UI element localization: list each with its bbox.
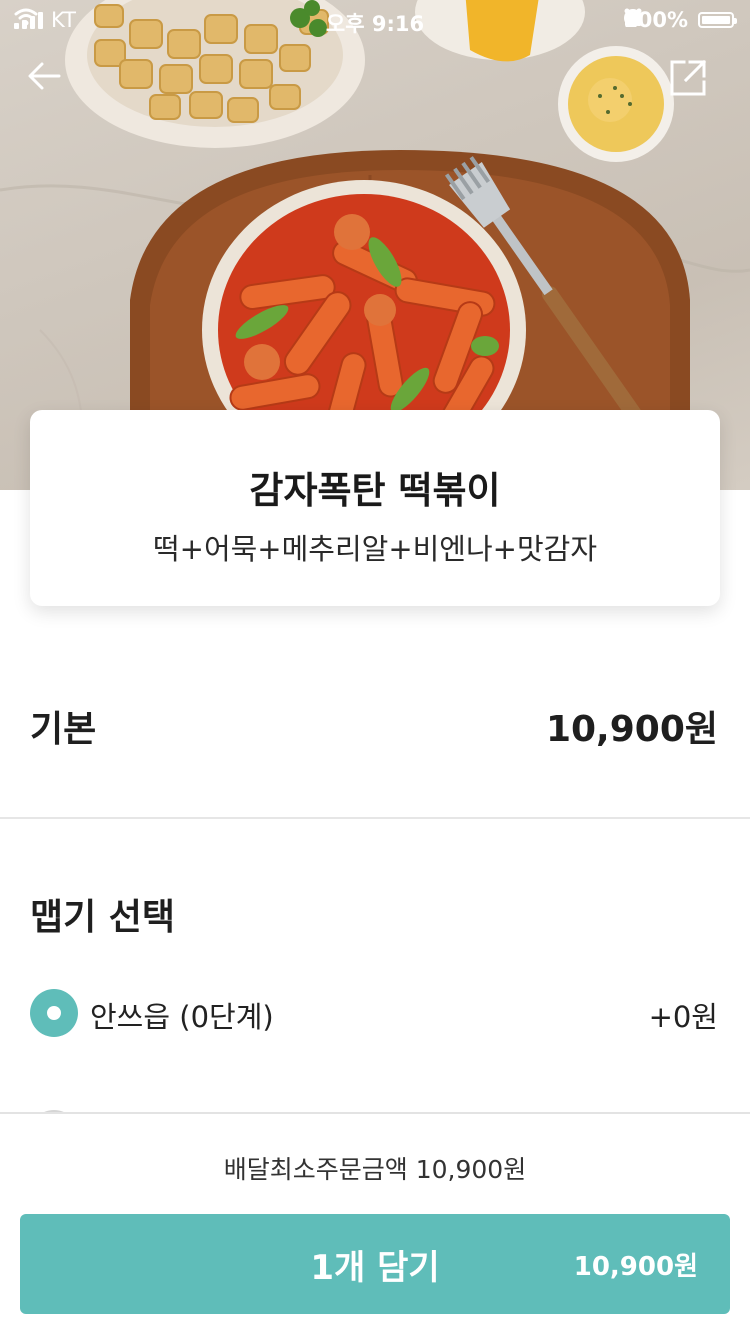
product-detail-page: KT 오후 9:16 100% 감자폭탄 떡볶이 떡+어묵+메추리알+비엔나+맛… xyxy=(0,0,750,1334)
base-price-value: 10,900원 xyxy=(545,709,718,750)
add-to-cart-button[interactable]: 1개 담기 10,900원 xyxy=(20,1214,730,1314)
status-bar: KT 오후 9:16 100% xyxy=(0,0,750,40)
radio-selected-icon[interactable] xyxy=(30,989,78,1037)
spice-section-title: 맵기 선택 xyxy=(30,897,176,938)
headphones-icon xyxy=(624,9,642,26)
product-info-card: 감자폭탄 떡볶이 떡+어묵+메추리알+비엔나+맛감자 xyxy=(30,410,720,606)
share-button[interactable] xyxy=(668,58,724,114)
arrow-left-icon xyxy=(28,62,61,90)
spice-option-price: +0원 xyxy=(648,1000,718,1034)
bottom-cart-bar: 배달최소주문금액 10,900원 1개 담기 10,900원 xyxy=(0,1112,750,1334)
product-title: 감자폭탄 떡볶이 xyxy=(249,469,501,512)
battery-icon xyxy=(698,12,737,28)
product-description: 떡+어묵+메추리알+비엔나+맛감자 xyxy=(152,532,598,566)
share-icon xyxy=(670,59,707,96)
back-button[interactable] xyxy=(26,58,82,114)
spice-option-label: 안쓰읍 (0단계) xyxy=(90,1000,274,1034)
base-price-label: 기본 xyxy=(30,709,97,750)
spice-option-0[interactable]: 안쓰읍 (0단계) +0원 xyxy=(30,985,718,1041)
section-divider xyxy=(0,817,750,819)
cart-total-price: 10,900원 xyxy=(573,1252,698,1282)
base-price-row: 기본 10,900원 xyxy=(30,690,718,754)
minimum-order-amount: 배달최소주문금액 10,900원 xyxy=(223,1155,527,1184)
